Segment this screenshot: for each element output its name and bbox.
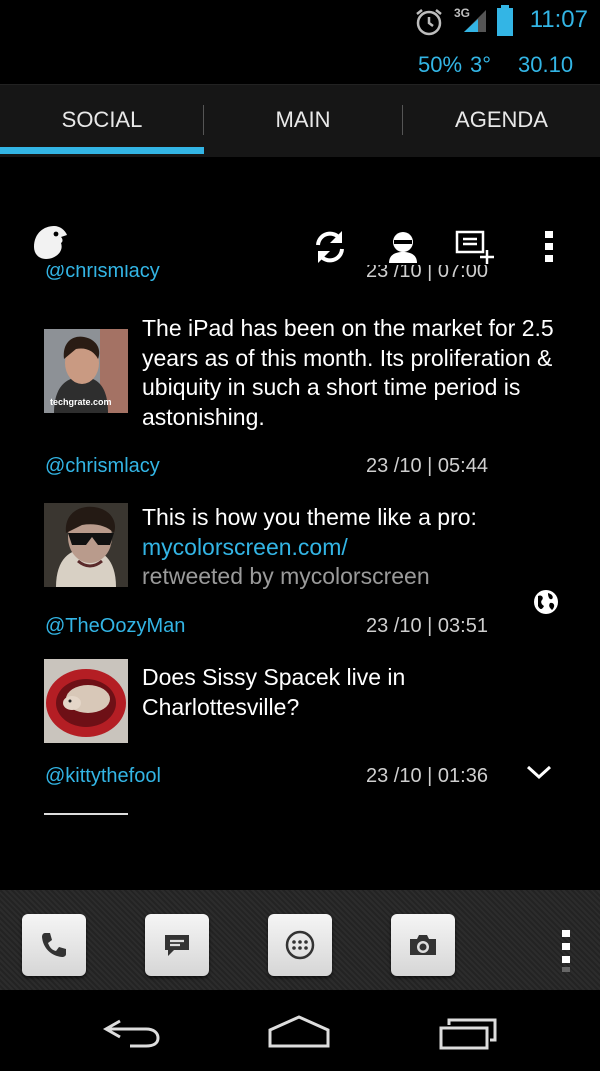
avatar-photo <box>44 659 128 743</box>
retweet-attribution: retweeted by mycolorscreen <box>142 563 430 589</box>
avatar[interactable] <box>44 503 128 587</box>
tab-agenda-label: AGENDA <box>455 107 548 132</box>
profile-icon[interactable] <box>388 230 418 264</box>
tweet-body: The iPad has been on the market for 2.5 … <box>142 315 554 430</box>
globe-icon[interactable] <box>532 588 560 616</box>
tweet-timestamp: 23 /10 | 03:51 <box>366 615 488 637</box>
home-icon[interactable] <box>266 1014 332 1050</box>
compose-icon[interactable] <box>455 230 497 266</box>
tweet-text: Does Sissy Spacek live in Charlottesvill… <box>142 663 562 722</box>
tab-main[interactable]: MAIN <box>204 85 402 155</box>
tweet-timestamp: 23 /10 | 01:36 <box>366 765 488 787</box>
app-drawer-icon <box>285 930 315 960</box>
selected-tab-indicator <box>0 147 204 154</box>
bird-icon[interactable] <box>30 223 70 261</box>
status-time: 11:07 <box>529 6 588 33</box>
avatar[interactable] <box>44 659 128 743</box>
tweet-text: The iPad has been on the market for 2.5 … <box>142 314 562 432</box>
next-item-edge <box>44 813 128 815</box>
tweet-handle[interactable]: @chrismlacy <box>45 455 160 478</box>
date-readout: 30.10 <box>518 52 574 77</box>
battery-icon <box>497 5 513 36</box>
avatar-caption: techgrate.com <box>50 397 112 407</box>
tab-bar: SOCIAL MAIN AGENDA <box>0 84 600 157</box>
signal-icon <box>464 10 486 32</box>
tweet-body: Does Sissy Spacek live in Charlottesvill… <box>142 664 406 720</box>
phone-icon <box>42 933 66 957</box>
refresh-icon[interactable] <box>311 228 349 266</box>
recent-apps-icon[interactable] <box>438 1016 500 1050</box>
tweet-handle[interactable]: @chrismlacy <box>45 265 160 283</box>
tweet-handle[interactable]: @kittythefool <box>45 765 161 788</box>
tweet-text: This is how you theme like a pro: mycolo… <box>142 503 562 592</box>
status-bar: 3G 11:07 50% 3° 30.10 <box>0 0 600 84</box>
camera-button[interactable] <box>391 914 455 976</box>
app-dock <box>0 890 600 990</box>
feed-list: @chrismlacy 23 /10 | 07:00 techgrate.com… <box>0 265 600 817</box>
app-drawer-button[interactable] <box>268 914 332 976</box>
alarm-icon <box>416 9 442 36</box>
back-icon[interactable] <box>100 1016 164 1050</box>
tab-social-label: SOCIAL <box>61 107 143 132</box>
phone-button[interactable] <box>22 914 86 976</box>
tab-main-label: MAIN <box>275 107 331 132</box>
camera-icon <box>410 935 436 955</box>
tweet-timestamp: 23 /10 | 07:00 <box>366 265 488 282</box>
tab-social[interactable]: SOCIAL <box>0 85 204 155</box>
temperature-readout: 3° <box>470 52 492 77</box>
navigation-bar <box>0 990 600 1071</box>
tweet-link[interactable]: mycolorscreen.com/ <box>142 533 562 563</box>
chevron-down-icon[interactable] <box>525 763 553 781</box>
dock-overflow-icon[interactable] <box>560 930 572 974</box>
tweet-handle[interactable]: @TheOozyMan <box>45 615 185 638</box>
message-icon <box>165 935 189 956</box>
tweet-timestamp: 23 /10 | 05:44 <box>366 455 488 477</box>
avatar-photo <box>44 503 128 587</box>
tab-agenda[interactable]: AGENDA <box>403 85 600 155</box>
humidity-readout: 50% <box>418 52 463 77</box>
messaging-button[interactable] <box>145 914 209 976</box>
avatar[interactable]: techgrate.com <box>44 329 128 413</box>
overflow-menu-icon[interactable] <box>542 230 556 264</box>
tweet-body: This is how you theme like a pro: <box>142 504 477 530</box>
